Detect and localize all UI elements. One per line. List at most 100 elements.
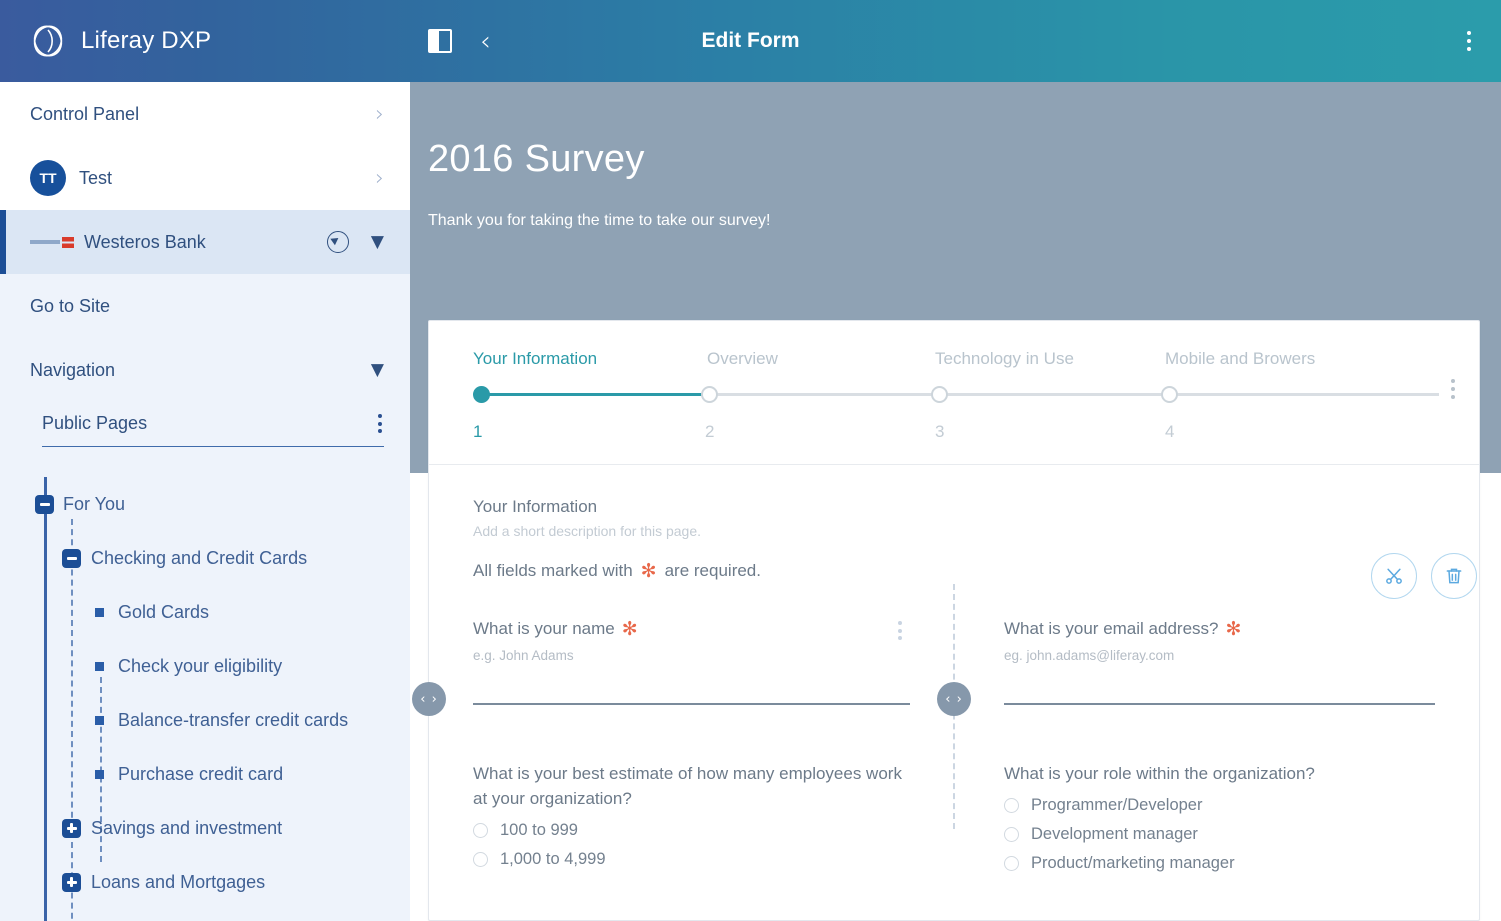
collapse-minus-icon[interactable] [35,494,54,514]
stepper-labels: Your Information Overview Technology in … [473,349,1439,369]
radio-option-label: Development manager [1031,825,1198,844]
field-kebab-menu[interactable] [898,621,902,640]
sidebar-item-go-to-site[interactable]: Go to Site [0,274,410,338]
chevron-left-icon[interactable]: ‹ [480,28,491,55]
sidebar: Control Panel › TT Test › Westeros Bank … [0,82,410,921]
column-resize-handle-middle[interactable]: ‹ › [937,682,971,716]
sidebar-item-label: Westeros Bank [84,231,206,252]
wizard-stepper: Your Information Overview Technology in … [429,321,1479,464]
tree-node-purchase-credit-card[interactable]: Purchase credit card [0,747,410,801]
step-number-1: 1 [473,422,483,441]
form-card: Your Information Overview Technology in … [412,320,1480,921]
kebab-dot [898,628,902,633]
tree-node-checking-and-credit-cards[interactable]: Checking and Credit Cards [0,531,410,585]
sidebar-item-user[interactable]: TT Test › [0,146,410,210]
radio-option[interactable]: 1,000 to 4,999 [473,850,910,869]
tree-leaf-bullet-icon [95,607,104,617]
field-label-text: What is your name [473,619,615,638]
step-number-2: 2 [705,422,715,441]
page-tree: For You Checking and Credit Cards Gold C… [0,477,410,921]
radio-button-icon[interactable] [1004,798,1019,814]
expand-plus-icon[interactable] [62,818,81,838]
tree-node-balance-transfer-credit-cards[interactable]: Balance-transfer credit cards [0,693,410,747]
radio-option[interactable]: Development manager [1004,825,1435,844]
sidebar-item-navigation[interactable]: Navigation ▼ [0,338,410,402]
chevron-down-icon[interactable]: ▼ [371,232,384,252]
stepper-node-1[interactable] [473,386,490,403]
stepper-track-progress [479,393,707,396]
sidebar-item-label: Go to Site [30,295,111,316]
form-field-email: What is your email address? ✻ eg. john.a… [954,619,1479,705]
tree-node-check-your-eligibility[interactable]: Check your eligibility [0,639,410,693]
chevron-down-icon[interactable]: ▼ [371,360,384,380]
survey-subtitle: Thank you for taking the time to take ou… [428,212,771,229]
form-header: Your Information Add a short description… [429,497,1479,581]
step-label-2[interactable]: Overview [707,349,935,369]
field-label: What is your name ✻ [473,619,910,639]
sidebar-item-westeros-bank[interactable]: Westeros Bank ▼ [0,210,410,274]
tree-node-label: Balance-transfer credit cards [118,709,349,730]
radio-button-icon[interactable] [473,852,488,868]
kebab-dot [1467,31,1471,35]
step-label-3[interactable]: Technology in Use [935,349,1165,369]
field-label: What is your email address? ✻ [1004,619,1435,639]
sidebar-item-control-panel[interactable]: Control Panel › [0,82,410,146]
public-pages-row[interactable]: Public Pages [42,412,384,447]
tree-node-loans-and-mortgages[interactable]: Loans and Mortgages [0,855,410,909]
kebab-dot [1451,387,1455,391]
email-input[interactable] [1004,703,1435,705]
kebab-dot [898,621,902,625]
public-pages-kebab-menu[interactable] [376,412,384,435]
radio-button-icon[interactable] [1004,827,1019,843]
compass-icon[interactable] [326,231,349,253]
tree-node-label: Gold Cards [118,601,210,622]
field-placeholder: e.g. John Adams [473,648,574,663]
sidebar-item-label: Navigation [30,359,116,380]
tree-leaf-bullet-icon [95,661,104,671]
required-note-before: All fields marked with [473,561,633,580]
stepper-kebab-menu[interactable] [1451,379,1455,399]
form-page-description[interactable]: Add a short description for this page. [473,523,1435,539]
collapse-minus-icon[interactable] [62,548,81,568]
step-number-4: 4 [1165,422,1175,441]
liferay-rings-logo-icon [29,22,67,60]
field-label-text: What is your email address? [1004,619,1219,638]
radio-option-label: 100 to 999 [500,821,578,840]
required-asterisk-icon: ✻ [621,618,638,640]
stepper-node-2[interactable] [701,386,718,403]
step-label-4[interactable]: Mobile and Browers [1165,349,1315,369]
step-label-1[interactable]: Your Information [473,349,707,369]
tree-node-for-you[interactable]: For You [0,477,410,531]
sidebar-panel-toggle-icon[interactable] [428,29,452,53]
stepper-node-4[interactable] [1161,386,1178,403]
form-field-name: What is your name ✻ e.g. John Adams [429,619,954,705]
required-note-after: are required. [664,561,761,580]
field-label: What is your best estimate of how many e… [473,764,902,809]
stepper-track [473,382,1439,408]
radio-button-icon[interactable] [473,823,488,839]
floating-action-buttons [1371,553,1477,599]
chevron-right-icon: › [375,165,384,191]
radio-option[interactable]: Programmer/Developer [1004,796,1435,815]
form-body: Your Information Add a short description… [412,465,1479,873]
radio-option[interactable]: 100 to 999 [473,821,910,840]
topbar-kebab-menu[interactable] [1467,31,1471,51]
tree-leaf-bullet-icon [95,769,104,779]
name-input[interactable] [473,703,910,705]
delete-button[interactable] [1431,553,1477,599]
topbar-controls: ‹ [428,28,491,55]
radio-option-label: 1,000 to 4,999 [500,850,606,869]
tree-node-gold-cards[interactable]: Gold Cards [0,585,410,639]
radio-button-icon[interactable] [1004,856,1019,872]
form-row-2: What is your best estimate of how many e… [429,761,1479,873]
radio-option[interactable]: Product/marketing manager [1004,854,1435,873]
radio-option-label: Product/marketing manager [1031,854,1235,873]
column-resize-handle-left[interactable]: ‹ › [412,682,446,716]
stepper-node-3[interactable] [931,386,948,403]
form-field-employee-count: What is your best estimate of how many e… [429,761,954,873]
tree-node-savings-and-investment[interactable]: Savings and investment [0,801,410,855]
cut-button[interactable] [1371,553,1417,599]
radio-option-label: Programmer/Developer [1031,796,1203,815]
brand[interactable]: Liferay DXP [0,22,410,60]
expand-plus-icon[interactable] [62,872,81,892]
